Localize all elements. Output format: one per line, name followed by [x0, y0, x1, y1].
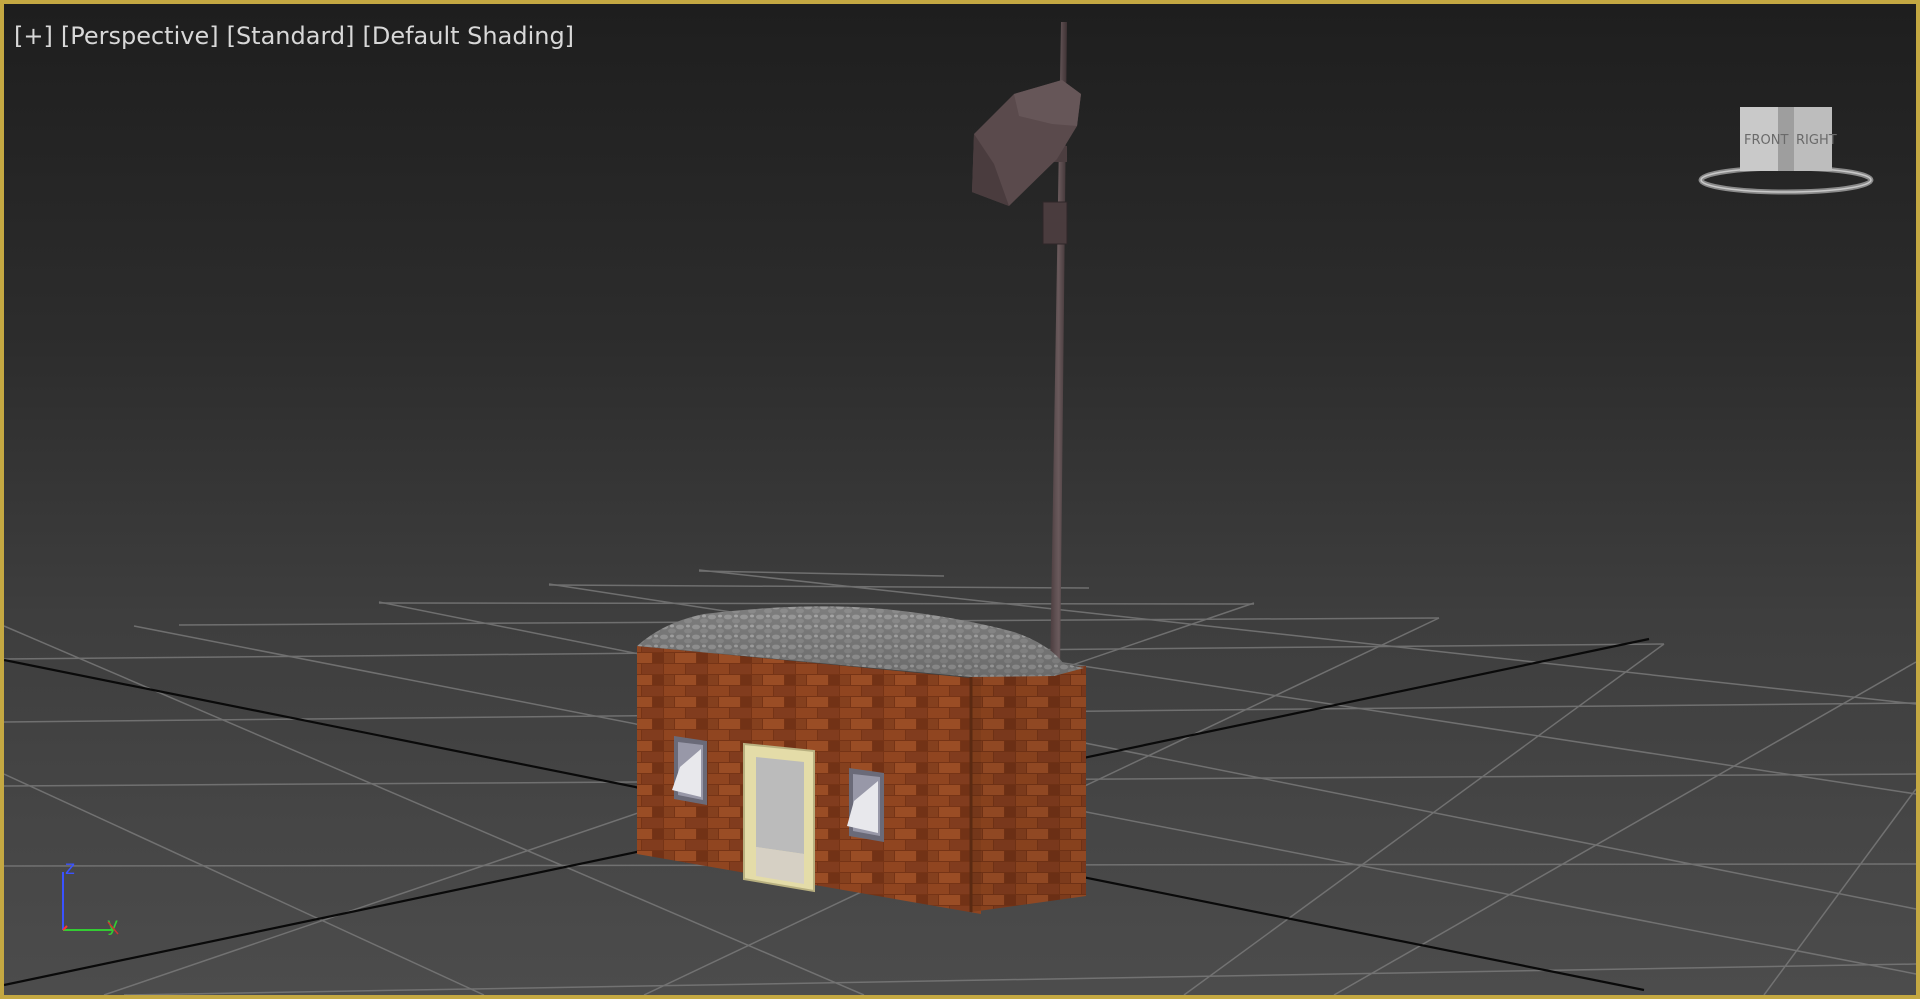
axis-tripod: z y: [62, 857, 119, 936]
door[interactable]: [743, 742, 815, 893]
window-right[interactable]: [847, 768, 884, 842]
viewport-mode-label[interactable]: [Standard]: [227, 22, 355, 50]
perspective-viewport[interactable]: FRONT RIGHT z y [+] [Perspective] [Standar…: [0, 0, 1920, 999]
viewcube-right-label[interactable]: RIGHT: [1796, 133, 1837, 148]
viewport-label-menu: [+] [Perspective] [Standard] [Default Shadi…: [14, 22, 582, 50]
viewcube-front-label[interactable]: FRONT: [1744, 133, 1788, 148]
viewport-view-label[interactable]: [Perspective]: [61, 22, 219, 50]
window-left[interactable]: [672, 736, 707, 805]
viewcube[interactable]: FRONT RIGHT: [1698, 107, 1874, 195]
z-axis-label: z: [65, 857, 75, 879]
viewport-plus-menu[interactable]: [+]: [14, 22, 53, 50]
viewport-shading-label[interactable]: [Default Shading]: [363, 22, 575, 50]
scene-canvas[interactable]: FRONT RIGHT z y: [4, 4, 1916, 995]
